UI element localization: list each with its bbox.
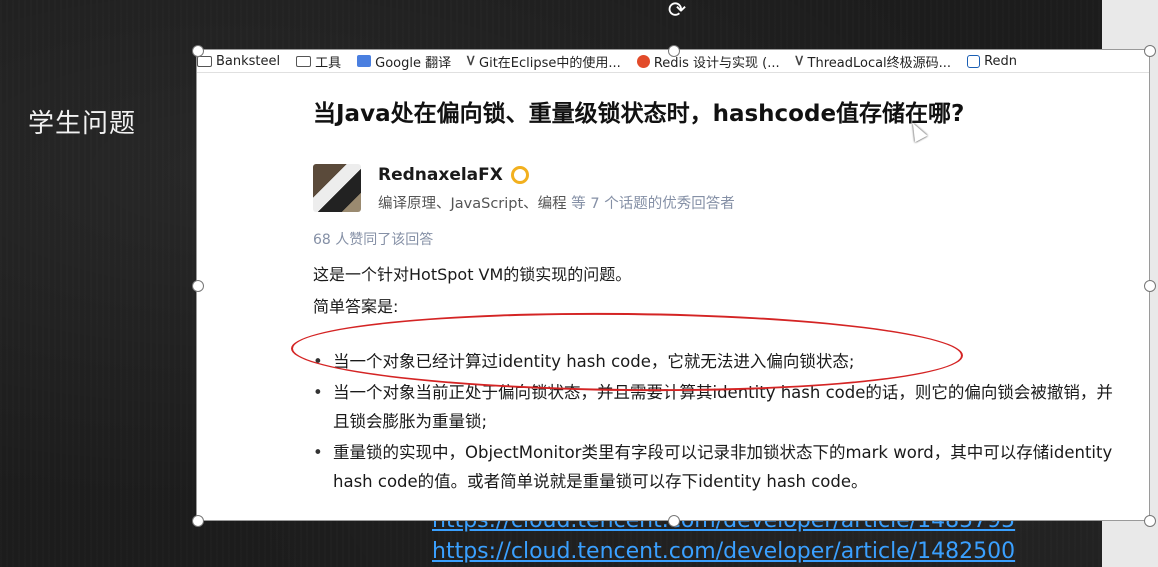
viewer-watermark: 508088446正在观看视频 [680,497,833,512]
resize-handle-bottom[interactable] [668,515,680,527]
answer-bullet-list: 当一个对象已经计算过identity hash code，它就无法进入偏向锁状态… [307,347,1127,498]
resize-handle-top-right[interactable] [1144,45,1156,57]
list-item: 重量锁的实现中，ObjectMonitor类里有字段可以记录非加锁状态下的mar… [307,438,1127,496]
v-logo-icon: Ꮩ [795,53,804,68]
bookmark-tools[interactable]: 工具 [296,52,341,71]
bookmark-threadlocal[interactable]: Ꮩ ThreadLocal终极源码... [796,52,951,71]
bookmark-redis[interactable]: Redis 设计与实现 (... [636,52,780,71]
author-desc-topics[interactable]: 等 7 个话题的优秀回答者 [571,196,734,212]
bookmark-git-eclipse[interactable]: Ꮩ Git在Eclipse中的使用... [467,52,621,71]
resize-handle-left[interactable] [192,280,204,292]
reference-link-2[interactable]: https://cloud.tencent.com/developer/arti… [432,536,1015,567]
bookmark-label: 工具 [315,55,342,71]
c-logo-icon [967,54,981,68]
resize-handle-bottom-right[interactable] [1144,515,1156,527]
slide-title: 学生问题 [28,109,137,139]
v-logo-icon: Ꮩ [467,53,476,68]
bookmark-label: Redn [984,53,1018,69]
answer-paragraph-1: 这是一个针对HotSpot VM的锁实现的问题。 [313,265,632,284]
bookmark-banksteel[interactable]: Banksteel [197,54,280,69]
resize-handle-bottom-left[interactable] [192,515,204,527]
redis-icon [636,54,650,68]
answer-paragraph-2: 简单答案是: [313,297,399,316]
question-title[interactable]: 当Java处在偏向锁、重量级锁状态时，hashcode值存储在哪? [313,94,964,128]
author-name-text: RednaxelaFX [378,165,503,185]
author-name[interactable]: RednaxelaFX [378,165,529,185]
folder-icon [296,55,312,67]
list-item: 当一个对象已经计算过identity hash code，它就无法进入偏向锁状态… [307,347,1127,376]
resize-handle-top[interactable] [668,45,680,57]
excellent-answerer-badge-icon [510,166,529,184]
rotate-handle-icon[interactable]: ⟳ [666,0,688,22]
bookmark-label: ThreadLocal终极源码... [807,55,952,71]
vote-count: 68 人赞同了该回答 [313,232,434,248]
bookmark-label: Git在Eclipse中的使用... [479,55,621,71]
screenshot-image[interactable]: Banksteel 工具 Google 翻译 Ꮩ Git在Eclipse中的使用… [197,50,1149,520]
author-desc-prefix: 编译原理、JavaScript、编程 [378,196,567,212]
resize-handle-right[interactable] [1144,280,1156,292]
folder-icon [197,55,212,67]
bookmark-redn[interactable]: Redn [967,54,1017,69]
bookmark-label: Google 翻译 [375,55,452,71]
bookmark-label: Banksteel [216,53,281,69]
resize-handle-top-left[interactable] [192,45,204,57]
bookmark-google-translate[interactable]: Google 翻译 [357,52,451,71]
avatar[interactable] [313,164,361,212]
author-description: 编译原理、JavaScript、编程 等 7 个话题的优秀回答者 [378,192,735,213]
google-translate-icon [357,55,372,67]
list-item: 当一个对象当前正处于偏向锁状态，并且需要计算其identity hash cod… [307,378,1127,436]
